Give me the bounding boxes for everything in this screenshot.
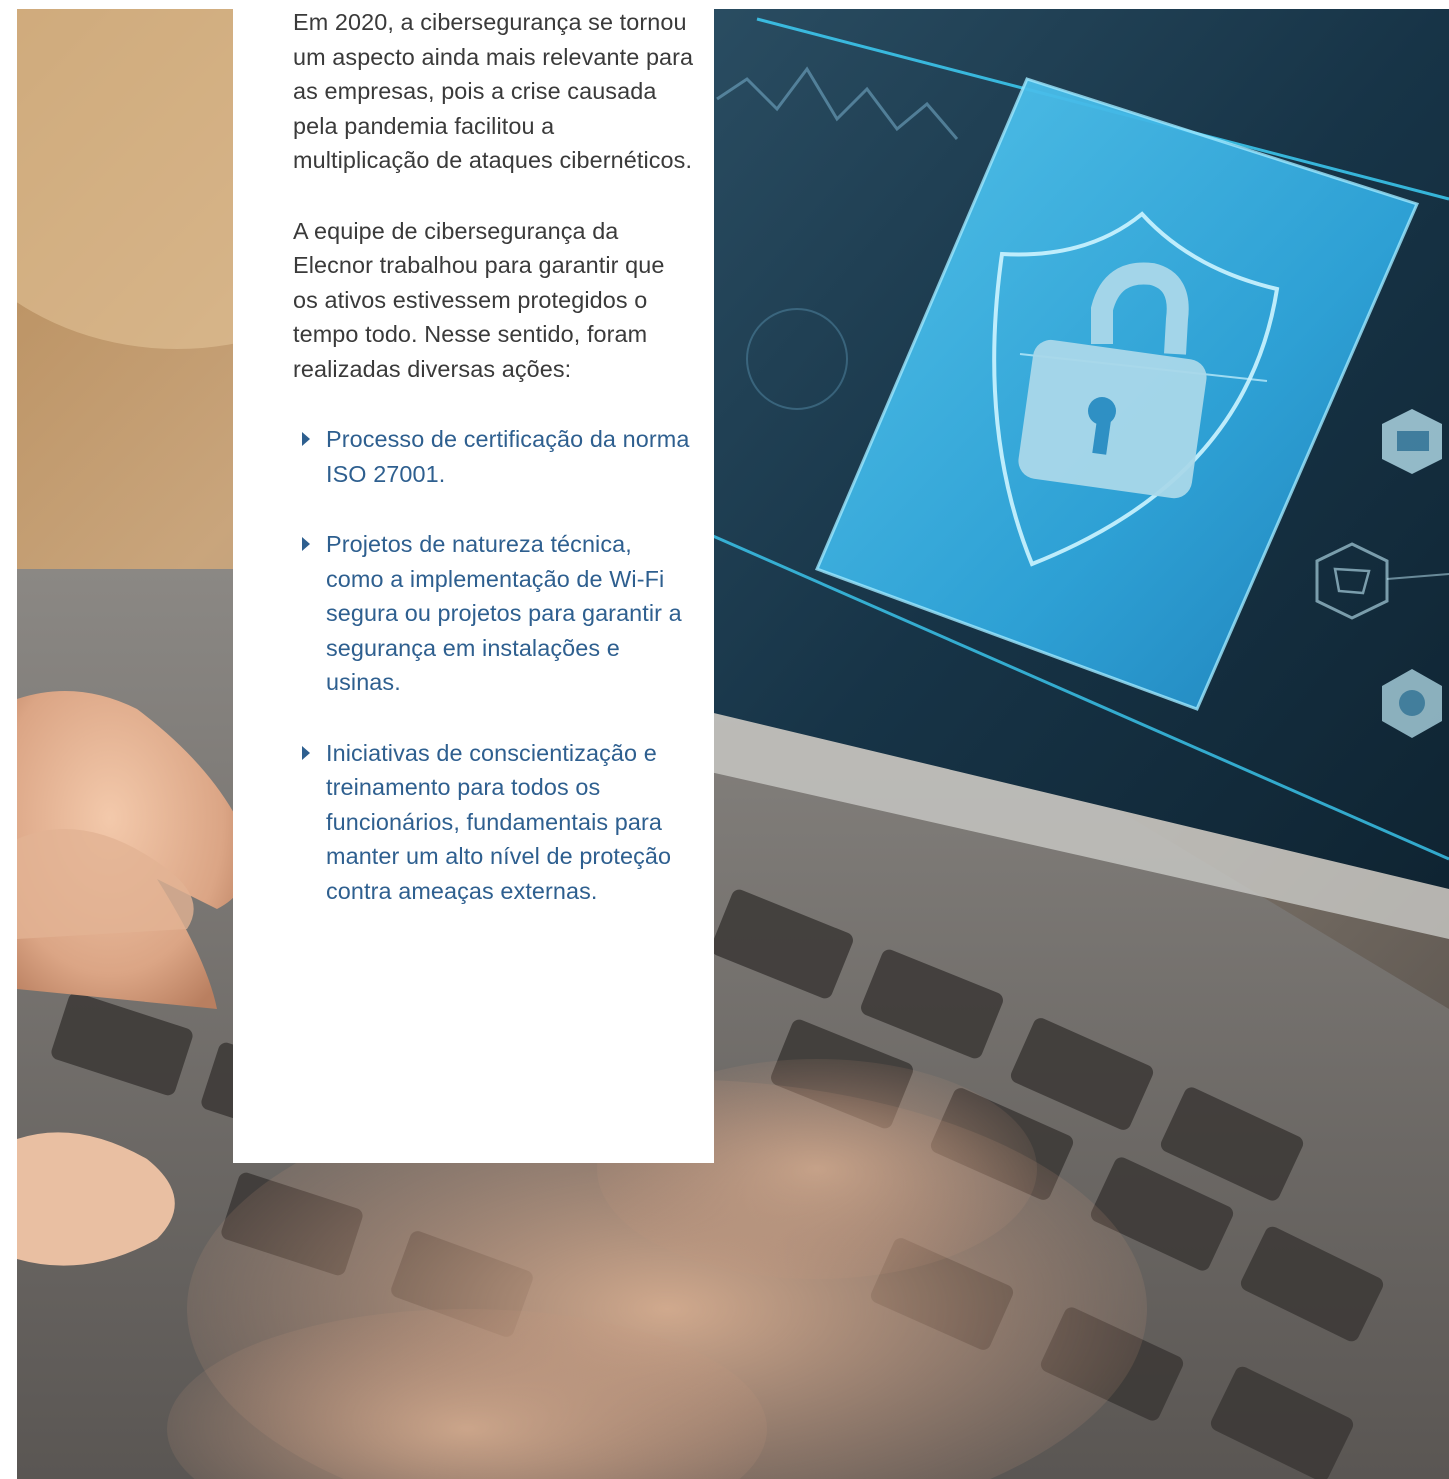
text-panel: Em 2020, a cibersegurança se tornou um a…	[233, 0, 714, 1163]
team-paragraph: A equipe de cibersegurança da Elecnor tr…	[293, 217, 665, 382]
list-item: Processo de certificação da norma ISO 27…	[293, 422, 694, 491]
intro-paragraph: Em 2020, a cibersegurança se tornou um a…	[293, 9, 694, 173]
cybersecurity-photo	[17, 9, 1449, 1479]
list-item: Projetos de natureza técnica, como a imp…	[293, 527, 694, 700]
list-item: Iniciativas de conscientização e treinam…	[293, 736, 694, 909]
document-page: Em 2020, a cibersegurança se tornou um a…	[0, 0, 1449, 1479]
list-item-text: Iniciativas de conscientização e treinam…	[326, 739, 672, 904]
triangle-bullet-icon	[302, 432, 310, 446]
triangle-bullet-icon	[302, 537, 310, 551]
list-item-text: Projetos de natureza técnica, como a imp…	[326, 531, 682, 695]
list-item-text: Processo de certificação da norma ISO 27…	[326, 426, 690, 487]
triangle-bullet-icon	[302, 745, 310, 760]
actions-list: Processo de certificação da norma ISO 27…	[293, 422, 694, 908]
